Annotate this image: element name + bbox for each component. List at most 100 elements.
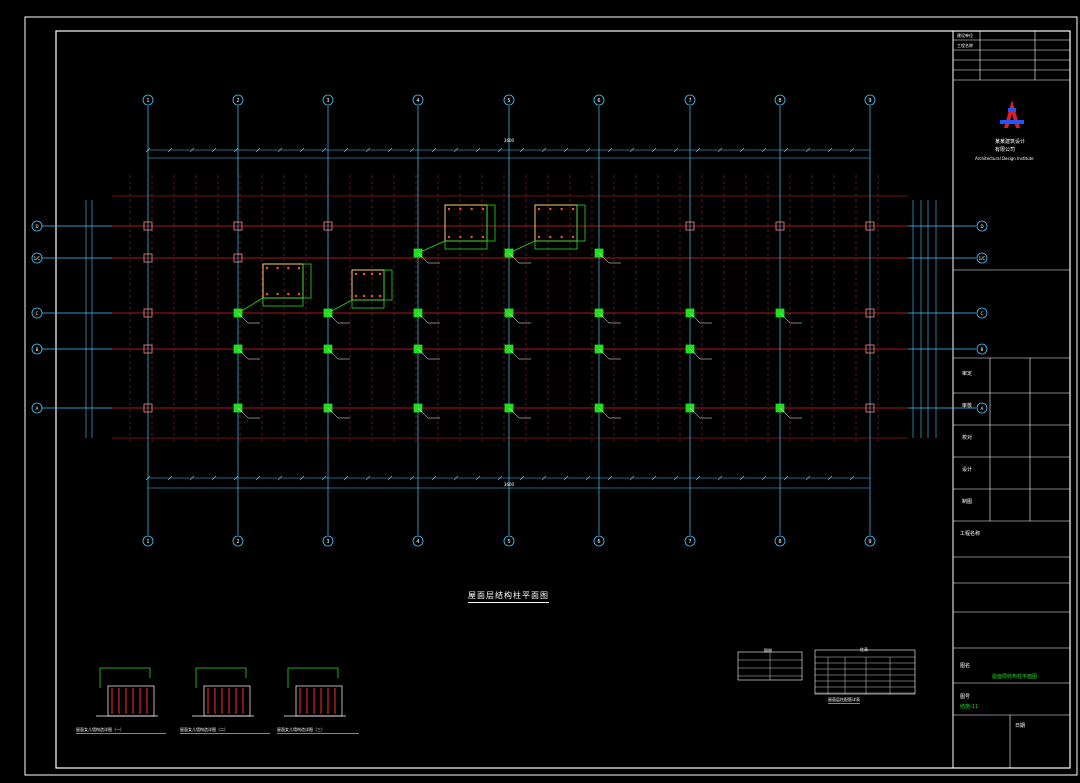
rebar-dot (470, 235, 473, 239)
axis-label: 8 (778, 98, 781, 104)
column-leader (327, 312, 339, 324)
title-block-company-line1: 某某建筑设计 (995, 139, 1026, 145)
column-table (814, 649, 916, 695)
rebar-dot (571, 235, 575, 239)
rebar-dot (378, 294, 382, 298)
column-leader (327, 348, 339, 360)
sign-label-4: 设计 (962, 467, 973, 473)
rebar-dot (571, 207, 575, 211)
rebar-dot (362, 294, 366, 298)
column-section-dims (302, 263, 312, 299)
cad-drawing-canvas: 1 1 2 2 3 3 4 4 5 5 6 6 7 7 8 8 9 9 D D 1/C 1/C C C B B A A 3600 3600… (0, 0, 1080, 779)
rebar-dot (537, 207, 541, 211)
rebar-dot (354, 294, 358, 298)
detail-title-3: 屋面女儿墙构造详图（三） (277, 727, 359, 734)
axis-label: B (36, 347, 39, 352)
dimension-total: 3600 (504, 482, 515, 487)
axis-label: 2 (236, 98, 239, 104)
axis-label: B (981, 347, 984, 352)
parapet-cap (195, 667, 247, 688)
company-logo (1000, 100, 1024, 128)
rebar-dot (481, 207, 485, 211)
column-leader (598, 407, 610, 419)
rebar-dot (560, 235, 563, 239)
axis-label: 8 (778, 539, 781, 545)
column-leader (779, 312, 791, 324)
sign-label-2: 审核 (962, 403, 973, 409)
axis-label: 5 (507, 98, 510, 104)
number-label: 图号 (960, 694, 971, 700)
inner-frame (55, 30, 1071, 769)
detail-title-2: 屋面女儿墙构造详图（二） (180, 727, 270, 734)
column-leader (598, 348, 610, 360)
rebar-dot (276, 266, 279, 270)
axis-label: C (36, 311, 39, 316)
axis-label: 6 (597, 539, 600, 545)
rebar-dot (362, 272, 366, 276)
axis-label: D (980, 224, 983, 229)
axis-label: 9 (868, 98, 871, 104)
dimension-total: 3600 (504, 138, 515, 143)
date-label: 日期 (1015, 723, 1026, 729)
table-title: 柱表 (860, 647, 868, 652)
rebar-dot (297, 266, 301, 270)
axis-label: D (35, 224, 38, 229)
axis-label: A (36, 406, 39, 411)
rebar-dot (447, 235, 451, 239)
column-leader (689, 348, 701, 360)
drawing-name-value: 屋面层结构柱平面图 (992, 674, 1038, 680)
column-leader (508, 348, 520, 360)
axis-label: 4 (416, 539, 419, 545)
axis-label: 7 (688, 539, 691, 545)
detail-title-1: 屋面女儿墙构造详图（一） (76, 727, 166, 734)
rebar-dot (276, 292, 279, 296)
column-leader (237, 312, 249, 324)
column-leader (689, 312, 701, 324)
axis-label: 1 (146, 98, 149, 104)
axis-label: 4 (416, 98, 419, 104)
column-section-detail (262, 263, 304, 299)
column-leader (417, 407, 429, 419)
axis-label: A (981, 406, 984, 411)
column-leader (237, 407, 249, 419)
outer-frame (24, 16, 1078, 776)
rebar-dot (287, 292, 290, 296)
column-leader (508, 407, 520, 419)
axis-label: 5 (507, 539, 510, 545)
rebar-dot (560, 207, 563, 211)
sign-label-1: 审定 (962, 371, 973, 377)
column-leader (779, 407, 791, 419)
axis-label: 7 (688, 98, 691, 104)
table-caption: 屋面层柱配筋详表 (828, 697, 860, 704)
rebar-dot (297, 292, 301, 296)
sign-label-3: 校对 (962, 435, 973, 441)
callout-leader (237, 297, 264, 314)
callout-leader (417, 240, 446, 254)
drawing-svg: 1 1 2 2 3 3 4 4 5 5 6 6 7 7 8 8 9 9 D D 1/C 1/C C C B B A A 3600 3600 (24, 16, 1078, 776)
callout-leader (508, 240, 536, 254)
column-section-dims (534, 240, 578, 250)
axis-label: 1 (146, 539, 149, 545)
rebar-dot (481, 235, 485, 239)
axis-label: 3 (326, 98, 329, 104)
title-block-row-1: 建设单位 (957, 33, 973, 38)
rebar-dot (459, 207, 462, 211)
title-block-row-2: 工程名称 (957, 43, 973, 48)
title-block-company-en: Architectural Design Institute (975, 156, 1034, 161)
rebar-dot (370, 272, 374, 276)
axis-label: 2 (236, 539, 239, 545)
callout-leader (327, 299, 353, 314)
legend-title: 图例 (764, 648, 772, 653)
rebar-dot (470, 207, 473, 211)
rebar-dot (549, 235, 552, 239)
column-leader (598, 312, 610, 324)
column-section-dims (444, 240, 488, 250)
axis-label: C (981, 311, 984, 316)
axis-label: 6 (597, 98, 600, 104)
rebar-dot (265, 266, 269, 270)
column-section-detail (444, 204, 488, 242)
rebar-dot (354, 272, 358, 276)
column-section-dims (486, 204, 496, 242)
rebar-dot (549, 207, 552, 211)
rebar-dot (265, 292, 269, 296)
